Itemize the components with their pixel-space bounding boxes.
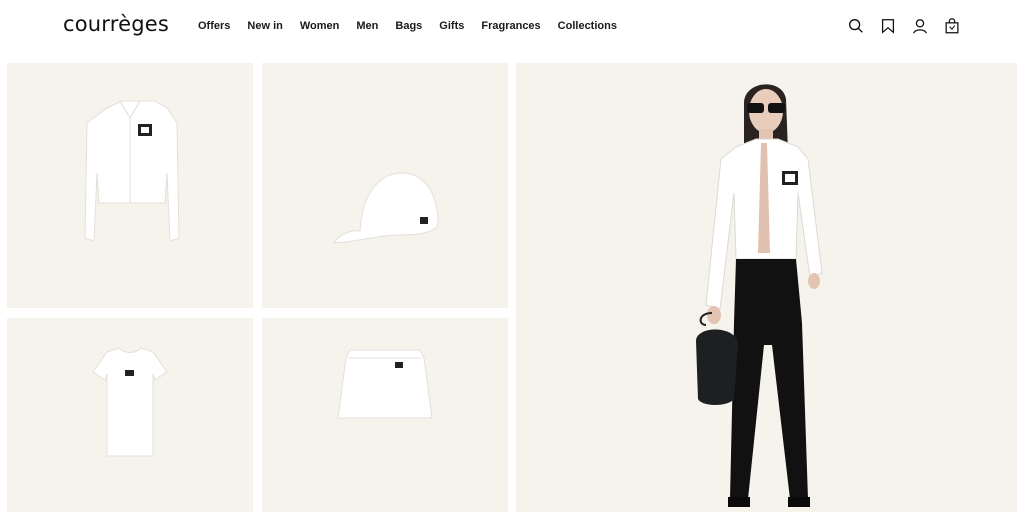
model-photo xyxy=(696,84,823,507)
nav-gifts[interactable]: Gifts xyxy=(439,20,464,32)
bookmark-icon[interactable] xyxy=(878,16,898,36)
shopping-bag-icon[interactable] xyxy=(942,16,962,36)
nav-collections[interactable]: Collections xyxy=(558,20,617,32)
nav-fragrances[interactable]: Fragrances xyxy=(481,20,540,32)
product-tile-cap[interactable] xyxy=(262,63,508,308)
site-header: courrèges Offers New in Women Men Bags G… xyxy=(0,0,1024,56)
nav-offers[interactable]: Offers xyxy=(198,20,230,32)
tshirt-product-image xyxy=(92,347,168,457)
nav-men[interactable]: Men xyxy=(356,20,378,32)
header-actions xyxy=(846,16,962,36)
search-icon[interactable] xyxy=(846,16,866,36)
hero-model-image[interactable] xyxy=(516,63,1017,512)
nav-bags[interactable]: Bags xyxy=(395,20,422,32)
main-nav: Offers New in Women Men Bags Gifts Fragr… xyxy=(198,20,634,32)
skirt-product-image xyxy=(337,349,433,419)
nav-women[interactable]: Women xyxy=(300,20,340,32)
account-icon[interactable] xyxy=(910,16,930,36)
product-tile-skirt[interactable] xyxy=(262,318,508,512)
product-tile-jacket[interactable] xyxy=(7,63,253,308)
jacket-product-image xyxy=(84,100,180,242)
brand-logo[interactable]: courrèges xyxy=(63,12,169,36)
product-tile-tshirt[interactable] xyxy=(7,318,253,512)
nav-new-in[interactable]: New in xyxy=(247,20,282,32)
cap-product-image xyxy=(333,172,439,244)
